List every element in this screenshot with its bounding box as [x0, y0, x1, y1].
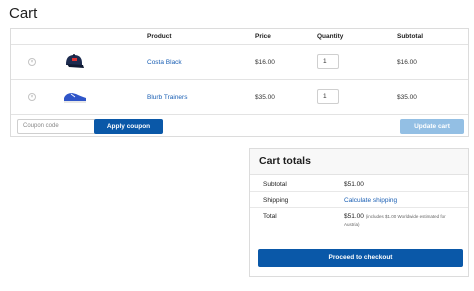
item-price: $35.00: [255, 94, 275, 101]
remove-item-button[interactable]: ×: [28, 93, 36, 101]
totals-row-total: Total $51.00 (includes $1.00 Worldwide e…: [250, 208, 468, 235]
apply-coupon-button[interactable]: Apply coupon: [94, 119, 163, 134]
item-price: $16.00: [255, 59, 275, 66]
column-product: Product: [147, 33, 172, 40]
product-link[interactable]: Costa Black: [147, 59, 182, 66]
item-subtotal: $16.00: [397, 59, 417, 66]
totals-row-subtotal: Subtotal $51.00: [250, 176, 468, 192]
cart-actions: Coupon code Apply coupon Update cart: [11, 115, 468, 137]
total-value-block: $51.00 (includes $1.00 Worldwide estimat…: [344, 213, 462, 229]
update-cart-button[interactable]: Update cart: [400, 119, 464, 134]
quantity-input[interactable]: 1: [317, 89, 339, 104]
column-subtotal: Subtotal: [397, 33, 423, 40]
cart-table-header: Product Price Quantity Subtotal: [11, 29, 468, 45]
item-subtotal: $35.00: [397, 94, 417, 101]
coupon-input[interactable]: Coupon code: [17, 119, 96, 134]
quantity-input[interactable]: 1: [317, 54, 339, 69]
table-row: × Costa Black $16.00 1 $16.00: [11, 45, 468, 80]
cart-totals-title: Cart totals: [259, 155, 311, 167]
proceed-to-checkout-button[interactable]: Proceed to checkout: [258, 249, 463, 267]
calculate-shipping-link[interactable]: Calculate shipping: [344, 197, 397, 204]
total-label: Total: [263, 213, 277, 220]
cart-totals: Cart totals Subtotal $51.00 Shipping Cal…: [249, 148, 469, 277]
cap-icon[interactable]: [63, 52, 85, 74]
product-link[interactable]: Blurb Trainers: [147, 94, 187, 101]
shipping-label: Shipping: [263, 197, 289, 204]
page-title: Cart: [9, 5, 38, 22]
sneaker-icon[interactable]: [62, 90, 88, 106]
table-row: × Blurb Trainers $35.00 1 $35.00: [11, 80, 468, 115]
subtotal-label: Subtotal: [263, 181, 287, 188]
column-quantity: Quantity: [317, 33, 344, 40]
subtotal-value: $51.00: [344, 181, 364, 188]
cart-table: Product Price Quantity Subtotal × Costa …: [10, 28, 469, 137]
total-value: $51.00: [344, 213, 364, 220]
remove-item-button[interactable]: ×: [28, 58, 36, 66]
totals-row-shipping: Shipping Calculate shipping: [250, 192, 468, 208]
column-price: Price: [255, 33, 271, 40]
